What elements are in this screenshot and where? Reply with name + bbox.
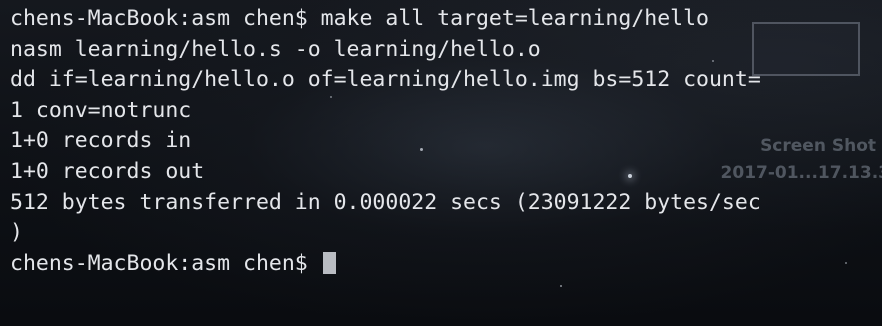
terminal-line: 1+0 records in <box>10 128 192 154</box>
terminal-prompt-line[interactable]: chens-MacBook:asm chen$ <box>10 249 882 280</box>
terminal-line: ) <box>10 220 23 246</box>
terminal-line: nasm learning/hello.s -o learning/hello.… <box>10 36 541 62</box>
terminal-prompt: chens-MacBook:asm chen$ <box>10 250 321 276</box>
terminal-line: 1+0 records out <box>10 158 205 184</box>
background-star <box>560 285 562 287</box>
terminal-output: chens-MacBook:asm chen$ make all target=… <box>10 0 882 279</box>
terminal-line: dd if=learning/hello.o of=learning/hello… <box>10 67 761 93</box>
terminal-line: 1 conv=notrunc <box>10 97 192 123</box>
text-cursor[interactable] <box>322 251 336 274</box>
terminal-line: chens-MacBook:asm chen$ make all target=… <box>10 6 709 31</box>
terminal-line: 512 bytes transferred in 0.000022 secs (… <box>10 189 761 215</box>
terminal-window[interactable]: Screen Shot 2017-01...17.13.3 chens-MacB… <box>0 0 882 326</box>
